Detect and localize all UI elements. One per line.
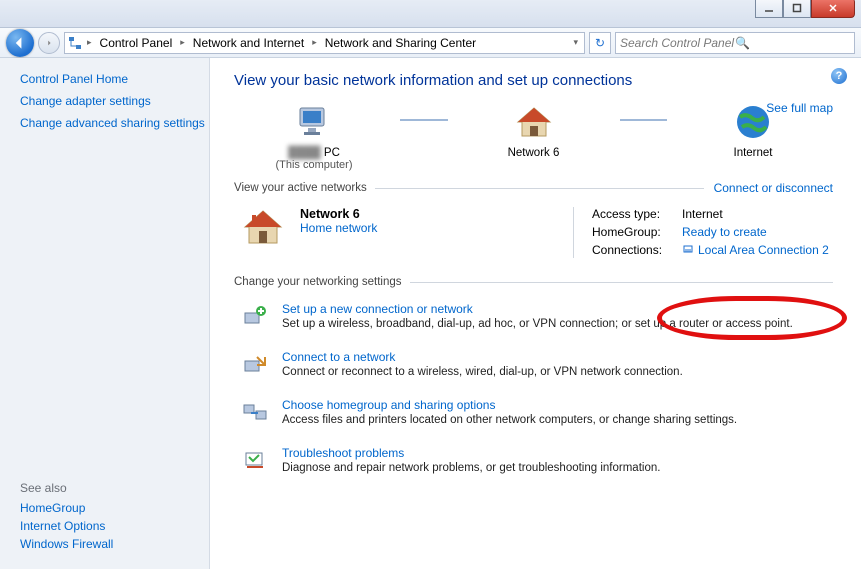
- maximize-button[interactable]: [783, 0, 811, 18]
- refresh-button[interactable]: ↻: [589, 32, 611, 54]
- internet-label: Internet: [673, 147, 833, 159]
- content-pane: ? View your basic network information an…: [210, 58, 861, 569]
- task-desc: Access files and printers located on oth…: [282, 414, 737, 426]
- sidebar: Control Panel Home Change adapter settin…: [0, 58, 210, 569]
- see-full-map-link[interactable]: See full map: [766, 101, 833, 115]
- task-link[interactable]: Choose homegroup and sharing options: [282, 398, 737, 412]
- sidebar-link-adapter-settings[interactable]: Change adapter settings: [20, 94, 209, 108]
- house-icon: [513, 101, 555, 143]
- search-placeholder: Search Control Panel: [620, 36, 735, 50]
- node-this-pc[interactable]: ████ PC (This computer): [234, 101, 394, 171]
- networking-settings-heading: Change your networking settings: [234, 276, 402, 288]
- homegroup-link[interactable]: Ready to create: [682, 225, 767, 239]
- task-connect-network[interactable]: Connect to a network Connect or reconnect…: [234, 342, 833, 390]
- breadcrumb-control-panel[interactable]: Control Panel: [96, 36, 177, 50]
- node-network[interactable]: Network 6: [454, 101, 614, 171]
- breadcrumb-separator: ▸: [178, 37, 187, 48]
- task-homegroup-sharing[interactable]: Choose homegroup and sharing options Acce…: [234, 390, 833, 438]
- connection-link[interactable]: Local Area Connection 2: [698, 243, 829, 258]
- setup-connection-icon: [240, 302, 270, 332]
- minimize-button[interactable]: [755, 0, 783, 18]
- control-panel-home-link[interactable]: Control Panel Home: [20, 72, 209, 86]
- task-link[interactable]: Set up a new connection or network: [282, 302, 793, 316]
- active-network-name: Network 6: [300, 207, 360, 221]
- task-setup-connection[interactable]: Set up a new connection or network Set up…: [234, 294, 833, 342]
- see-also-heading: See also: [20, 481, 113, 495]
- network-map: ████ PC (This computer) Network 6 Intern…: [234, 101, 833, 171]
- close-button[interactable]: [811, 0, 855, 18]
- breadcrumb-bar[interactable]: ▸ Control Panel ▸ Network and Internet ▸…: [64, 32, 585, 54]
- task-desc: Connect or reconnect to a wireless, wire…: [282, 366, 683, 378]
- access-type-label: Access type:: [592, 207, 682, 221]
- access-type-value: Internet: [682, 207, 723, 221]
- address-bar: ▸ Control Panel ▸ Network and Internet ▸…: [0, 28, 861, 58]
- breadcrumb-network-internet[interactable]: Network and Internet: [189, 36, 308, 50]
- breadcrumb-network-sharing-center[interactable]: Network and Sharing Center: [321, 36, 480, 50]
- breadcrumb-separator: ▸: [85, 37, 94, 48]
- map-connector: [620, 119, 668, 121]
- breadcrumb-separator: ▸: [310, 37, 319, 48]
- sidebar-link-advanced-sharing[interactable]: Change advanced sharing settings: [20, 116, 209, 130]
- page-heading: View your basic network information and …: [234, 72, 833, 89]
- active-networks-heading: View your active networks: [234, 182, 367, 194]
- this-computer-label: (This computer): [234, 159, 394, 171]
- back-button[interactable]: [6, 29, 34, 57]
- homegroup-label: HomeGroup:: [592, 225, 682, 239]
- pc-name-obscured: ████: [288, 147, 321, 159]
- seealso-homegroup[interactable]: HomeGroup: [20, 501, 113, 515]
- network-name-label: Network 6: [454, 147, 614, 159]
- task-desc: Diagnose and repair network problems, or…: [282, 462, 660, 474]
- help-icon[interactable]: ?: [831, 68, 847, 84]
- troubleshoot-icon: [240, 446, 270, 476]
- search-input[interactable]: Search Control Panel 🔍: [615, 32, 855, 54]
- house-icon: [238, 207, 288, 247]
- seealso-windows-firewall[interactable]: Windows Firewall: [20, 537, 113, 551]
- ethernet-icon: [682, 243, 694, 258]
- seealso-internet-options[interactable]: Internet Options: [20, 519, 113, 533]
- connect-network-icon: [240, 350, 270, 380]
- connections-label: Connections:: [592, 243, 682, 258]
- connect-disconnect-link[interactable]: Connect or disconnect: [714, 181, 833, 195]
- task-troubleshoot[interactable]: Troubleshoot problems Diagnose and repair…: [234, 438, 833, 486]
- network-sharing-icon: [67, 35, 83, 51]
- search-icon: 🔍: [735, 36, 850, 50]
- task-link[interactable]: Connect to a network: [282, 350, 683, 364]
- task-link[interactable]: Troubleshoot problems: [282, 446, 660, 460]
- homegroup-icon: [240, 398, 270, 428]
- map-connector: [400, 119, 448, 121]
- computer-icon: [293, 101, 335, 143]
- window-titlebar: [0, 0, 861, 28]
- forward-button[interactable]: [38, 32, 60, 54]
- network-type-link[interactable]: Home network: [300, 221, 377, 235]
- breadcrumb-dropdown[interactable]: ▾: [569, 37, 582, 48]
- task-desc: Set up a wireless, broadband, dial-up, a…: [282, 318, 793, 330]
